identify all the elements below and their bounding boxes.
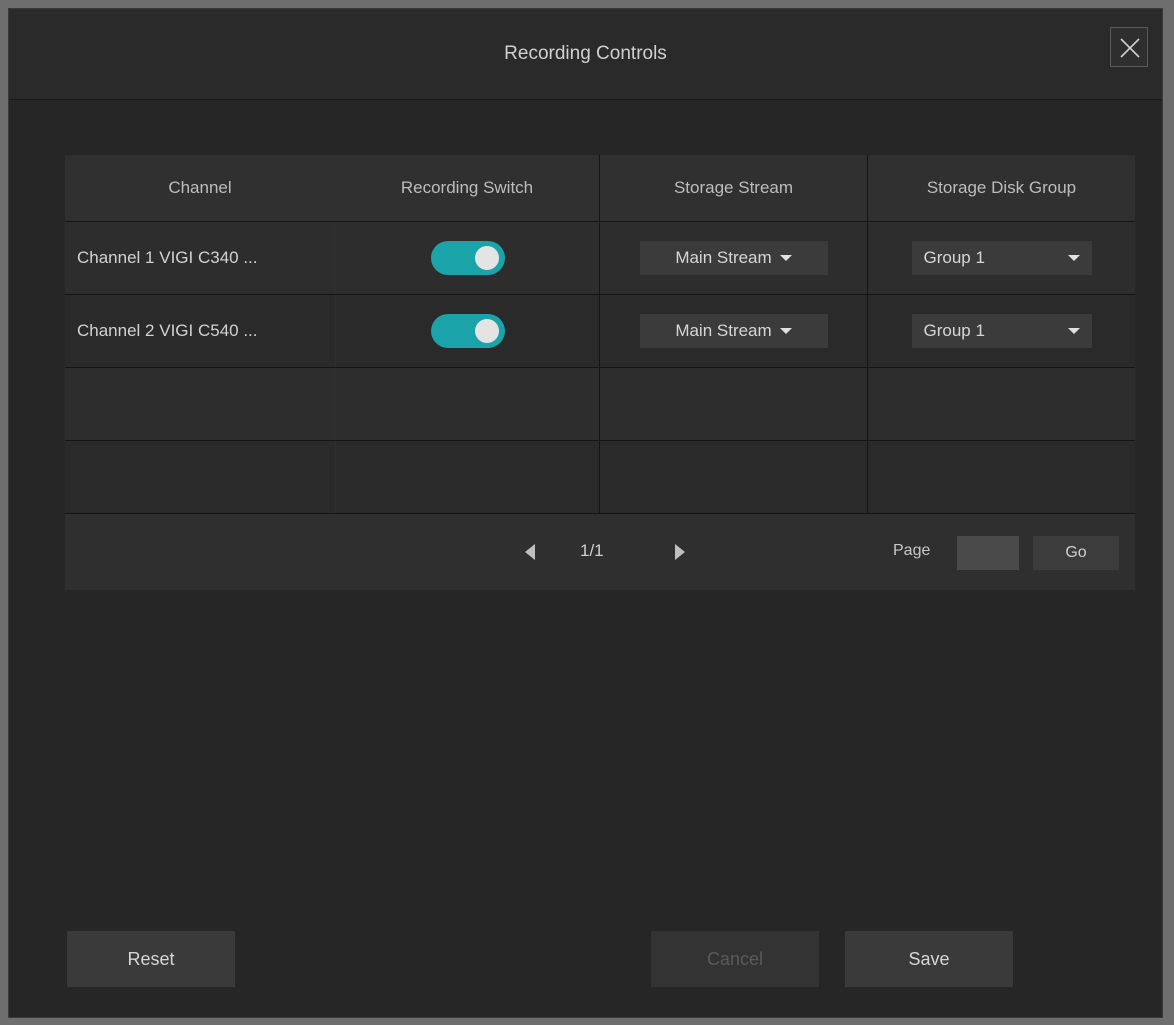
recording-switch-toggle[interactable] xyxy=(430,314,505,348)
empty-cell xyxy=(867,368,1135,440)
recording-switch-cell xyxy=(335,222,599,294)
disk-group-value: Group 1 xyxy=(923,248,985,267)
chevron-down-icon xyxy=(779,328,792,334)
recording-switch-toggle[interactable] xyxy=(430,241,505,275)
page-indicator: 1/1 xyxy=(580,541,604,560)
header-storage-stream: Storage Stream xyxy=(599,155,867,221)
storage-stream-cell: Main Stream xyxy=(599,222,867,294)
chevron-down-icon xyxy=(1067,255,1080,261)
disk-group-select[interactable]: Group 1 xyxy=(911,241,1092,275)
pagination-bar: 1/1 Page Go xyxy=(65,513,1135,590)
storage-stream-cell: Main Stream xyxy=(599,295,867,367)
chevron-down-icon xyxy=(1067,328,1080,334)
empty-cell xyxy=(65,441,335,513)
disk-group-cell: Group 1 xyxy=(867,295,1135,367)
go-button[interactable]: Go xyxy=(1033,536,1119,570)
save-button[interactable]: Save xyxy=(845,931,1013,987)
storage-stream-select[interactable]: Main Stream xyxy=(639,241,828,275)
table-row: Channel 1 VIGI C340 ... Main Stream Grou… xyxy=(65,221,1135,294)
storage-stream-value: Main Stream xyxy=(675,321,772,340)
dialog-titlebar: Recording Controls xyxy=(9,9,1162,100)
page-number-input[interactable] xyxy=(957,536,1019,570)
cancel-button[interactable]: Cancel xyxy=(651,931,819,987)
empty-cell xyxy=(335,368,599,440)
storage-stream-select[interactable]: Main Stream xyxy=(639,314,828,348)
table-header: Channel Recording Switch Storage Stream … xyxy=(65,155,1135,221)
chevron-down-icon xyxy=(779,255,792,261)
recording-controls-dialog: Recording Controls Channel Recording Swi… xyxy=(8,8,1163,1018)
page-label: Page xyxy=(893,542,931,559)
table-row-empty xyxy=(65,367,1135,440)
empty-cell xyxy=(599,441,867,513)
recording-table: Channel Recording Switch Storage Stream … xyxy=(65,155,1135,590)
storage-stream-value: Main Stream xyxy=(675,248,772,267)
disk-group-select[interactable]: Group 1 xyxy=(911,314,1092,348)
empty-cell xyxy=(867,441,1135,513)
empty-cell xyxy=(335,441,599,513)
table-row: Channel 2 VIGI C540 ... Main Stream Grou… xyxy=(65,294,1135,367)
toggle-knob xyxy=(474,319,499,343)
close-button[interactable] xyxy=(1110,27,1148,67)
disk-group-value: Group 1 xyxy=(923,321,985,340)
empty-cell xyxy=(599,368,867,440)
dialog-title: Recording Controls xyxy=(504,43,667,64)
channel-name: Channel 1 VIGI C340 ... xyxy=(77,248,258,267)
reset-button[interactable]: Reset xyxy=(67,931,235,987)
next-page-icon[interactable] xyxy=(675,544,685,560)
disk-group-cell: Group 1 xyxy=(867,222,1135,294)
toggle-knob xyxy=(474,246,499,270)
header-channel: Channel xyxy=(168,178,232,197)
recording-switch-cell xyxy=(335,295,599,367)
header-recording-switch: Recording Switch xyxy=(400,178,534,197)
empty-cell xyxy=(65,368,335,440)
table-row-empty xyxy=(65,440,1135,513)
prev-page-icon[interactable] xyxy=(525,544,535,560)
channel-name: Channel 2 VIGI C540 ... xyxy=(77,321,258,340)
close-icon xyxy=(1120,38,1140,58)
header-storage-disk-group: Storage Disk Group xyxy=(867,155,1135,221)
